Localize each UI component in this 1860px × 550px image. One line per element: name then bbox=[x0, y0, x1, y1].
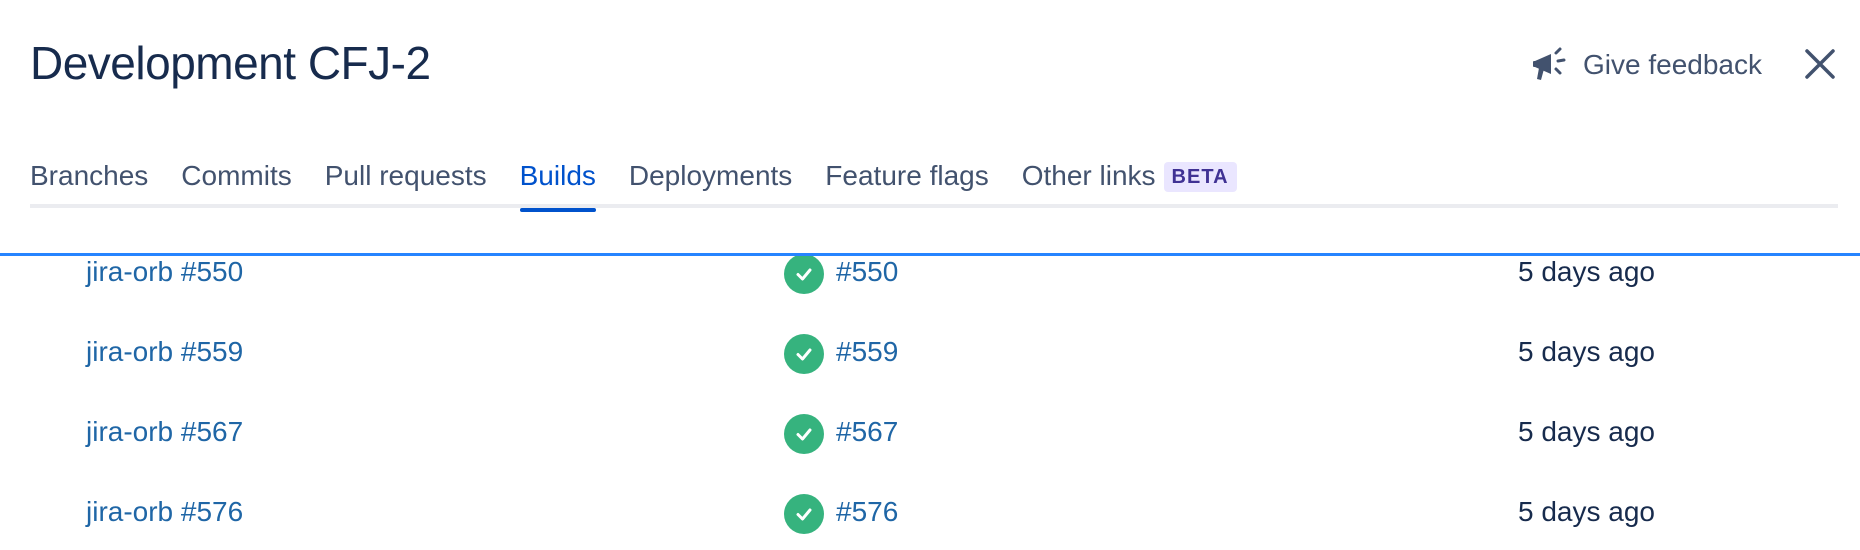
tab-commits[interactable]: Commits bbox=[181, 156, 291, 208]
success-check-icon bbox=[784, 494, 824, 534]
tab-label: Builds bbox=[519, 160, 596, 191]
build-name-link[interactable]: jira-orb #567 bbox=[86, 416, 243, 448]
tab-feature-flags[interactable]: Feature flags bbox=[825, 156, 988, 208]
development-panel: Development CFJ-2 Give feedback Branches bbox=[0, 0, 1860, 550]
close-button[interactable] bbox=[1798, 42, 1842, 86]
success-check-icon bbox=[784, 256, 824, 294]
tab-label: Branches bbox=[30, 160, 149, 191]
tab-list: Branches Commits Pull requests Builds De… bbox=[30, 156, 1838, 212]
tab-other-links[interactable]: Other links BETA bbox=[1022, 156, 1237, 208]
close-icon bbox=[1803, 47, 1837, 81]
beta-badge: BETA bbox=[1163, 162, 1237, 192]
build-number-link[interactable]: #550 bbox=[836, 256, 898, 288]
build-time: 5 days ago bbox=[1518, 416, 1655, 447]
build-time: 5 days ago bbox=[1518, 336, 1655, 367]
build-time: 5 days ago bbox=[1518, 496, 1655, 527]
tab-label: Commits bbox=[181, 160, 292, 191]
build-time: 5 days ago bbox=[1518, 256, 1655, 287]
give-feedback-label: Give feedback bbox=[1583, 49, 1762, 80]
build-number-link[interactable]: #567 bbox=[836, 416, 898, 448]
build-name-link[interactable]: jira-orb #559 bbox=[86, 336, 243, 368]
give-feedback-button[interactable]: Give feedback bbox=[1531, 40, 1762, 90]
tab-builds[interactable]: Builds bbox=[519, 156, 597, 212]
tab-pull-requests[interactable]: Pull requests bbox=[325, 156, 487, 208]
megaphone-icon bbox=[1531, 44, 1573, 86]
build-name-link[interactable]: jira-orb #576 bbox=[86, 496, 243, 528]
build-number-link[interactable]: #559 bbox=[836, 336, 898, 368]
build-row: jira-orb #567 #567 5 days ago bbox=[0, 414, 1860, 496]
success-check-icon bbox=[784, 334, 824, 374]
build-number-link[interactable]: #576 bbox=[836, 496, 898, 528]
builds-list: jira-orb #550 #550 5 days ago jira-orb #… bbox=[0, 256, 1860, 550]
tab-label: Other links bbox=[1021, 160, 1156, 191]
success-check-icon bbox=[784, 414, 824, 454]
tab-label: Pull requests bbox=[324, 160, 487, 191]
build-name-link[interactable]: jira-orb #550 bbox=[86, 256, 243, 288]
tab-label: Deployments bbox=[628, 160, 793, 191]
build-row: jira-orb #559 #559 5 days ago bbox=[0, 334, 1860, 416]
tab-deployments[interactable]: Deployments bbox=[629, 156, 792, 208]
tab-label: Feature flags bbox=[825, 160, 989, 191]
build-row: jira-orb #550 #550 5 days ago bbox=[0, 256, 1860, 336]
page-title: Development CFJ-2 bbox=[30, 37, 431, 89]
build-row: jira-orb #576 #576 5 days ago bbox=[0, 494, 1860, 550]
tab-branches[interactable]: Branches bbox=[30, 156, 148, 208]
